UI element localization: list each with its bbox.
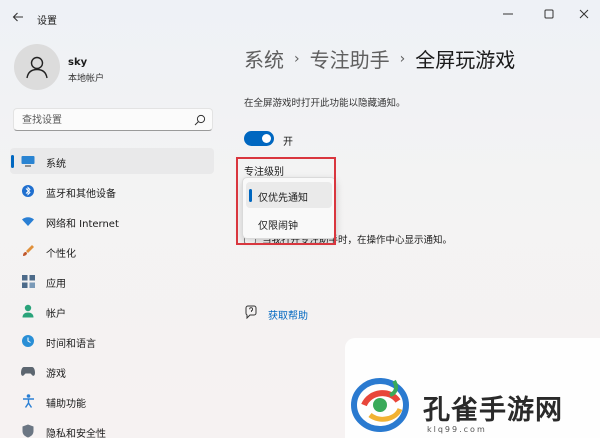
sidebar-item-bluetooth[interactable]: 蓝牙和其他设备 (10, 178, 214, 204)
annotation-highlight-box (236, 157, 336, 245)
sidebar-item-gaming[interactable]: 游戏 (10, 358, 214, 384)
minimize-button[interactable] (494, 6, 522, 22)
watermark-text: 孔雀手游网 (423, 395, 563, 426)
sidebar-item-label: 游戏 (46, 369, 66, 380)
close-button[interactable] (570, 6, 598, 22)
settings-window: 设置 sky 本地帐户 系统 蓝牙和其他设备 网络和 In (0, 0, 600, 438)
breadcrumb: 系统 › 专注助手 › 全屏玩游戏 (244, 44, 515, 73)
help-icon[interactable] (244, 305, 258, 319)
user-icon (26, 56, 48, 79)
sidebar-item-system[interactable]: 系统 (10, 148, 214, 174)
gamepad-icon (21, 364, 35, 378)
toggle-state-label: 开 (283, 137, 293, 148)
watermark-url: klq99.com (427, 425, 487, 434)
sidebar-item-time-language[interactable]: 时间和语言 (10, 328, 214, 354)
clock-icon (21, 334, 35, 348)
brush-icon (21, 244, 35, 258)
sidebar-item-label: 个性化 (46, 249, 76, 260)
chevron-right-icon: › (399, 50, 406, 67)
bluetooth-icon (21, 184, 35, 198)
page-title: 全屏玩游戏 (415, 48, 516, 72)
arrow-left-icon (12, 12, 23, 22)
maximize-button[interactable] (535, 6, 563, 22)
maximize-icon (544, 9, 554, 19)
active-indicator (11, 155, 14, 168)
shield-icon (21, 424, 35, 438)
chevron-right-icon: › (294, 50, 300, 67)
sidebar-item-label: 蓝牙和其他设备 (46, 189, 116, 200)
sidebar-item-label: 帐户 (46, 309, 66, 320)
sidebar-item-accessibility[interactable]: 辅助功能 (10, 388, 214, 414)
search-box[interactable] (13, 108, 213, 131)
sidebar-item-label: 应用 (46, 279, 66, 290)
fullscreen-game-toggle[interactable] (244, 131, 274, 146)
breadcrumb-item-focus-assist[interactable]: 专注助手 (310, 44, 390, 73)
close-icon (579, 9, 589, 19)
minimize-icon (503, 13, 513, 15)
search-icon[interactable] (194, 114, 206, 126)
page-description: 在全屏游戏时打开此功能以隐藏通知。 (244, 98, 406, 109)
apps-icon (21, 274, 35, 288)
sidebar-item-network[interactable]: 网络和 Internet (10, 208, 214, 234)
toggle-knob (262, 134, 271, 143)
account-icon (21, 304, 35, 318)
search-input[interactable] (22, 113, 192, 127)
sidebar-item-label: 隐私和安全性 (46, 429, 106, 438)
monitor-icon (21, 154, 35, 168)
get-help-link[interactable]: 获取帮助 (268, 307, 308, 322)
account-type: 本地帐户 (68, 74, 105, 84)
breadcrumb-item-system[interactable]: 系统 (244, 44, 284, 73)
sidebar-item-personalization[interactable]: 个性化 (10, 238, 214, 264)
sidebar-item-accounts[interactable]: 帐户 (10, 298, 214, 324)
wifi-icon (21, 214, 35, 228)
sidebar-item-label: 辅助功能 (46, 399, 86, 410)
sidebar-item-label: 网络和 Internet (46, 219, 119, 230)
back-button[interactable] (10, 9, 26, 25)
sidebar-nav: 系统 蓝牙和其他设备 网络和 Internet 个性化 应用 帐户 时间和语言 (10, 148, 214, 438)
window-title: 设置 (37, 16, 57, 27)
sidebar-item-label: 时间和语言 (46, 339, 96, 350)
sidebar-item-label: 系统 (46, 159, 66, 170)
accessibility-icon (21, 394, 35, 408)
avatar[interactable] (14, 44, 60, 90)
title-bar: 设置 (0, 0, 600, 34)
user-name: sky (68, 57, 88, 68)
sidebar-item-privacy-security[interactable]: 隐私和安全性 (10, 418, 214, 438)
peacock-logo-icon (351, 378, 409, 432)
sidebar-item-apps[interactable]: 应用 (10, 268, 214, 294)
